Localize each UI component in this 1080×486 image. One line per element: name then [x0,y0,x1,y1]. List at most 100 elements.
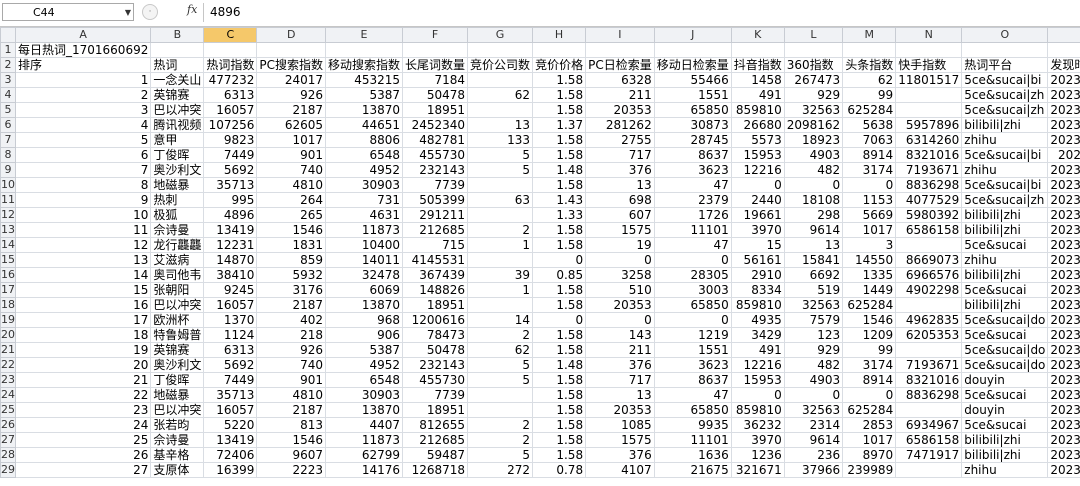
cell[interactable]: 63 [467,192,534,208]
cell[interactable]: 813 [256,417,327,433]
cell[interactable]: 15 [730,237,785,253]
cell[interactable]: 9245 [203,282,258,298]
cell[interactable]: 3258 [585,267,655,283]
cell[interactable]: 740 [256,162,327,178]
cell[interactable]: 859810 [730,102,785,118]
cell[interactable]: 6069 [325,282,404,298]
cell[interactable]: 505399 [402,192,469,208]
cell[interactable]: 23 [14,402,152,418]
fx-icon[interactable]: fx [187,3,197,16]
cell[interactable]: 2440 [730,192,785,208]
cell[interactable]: 15841 [783,252,844,268]
cell[interactable]: 18923 [783,132,844,148]
cell[interactable]: 2023/12/3 14:08 [1047,372,1080,388]
cell[interactable]: 龙行龘龘 [150,237,205,253]
cell[interactable]: 6 [14,147,152,163]
cell[interactable]: 基辛格 [150,447,205,463]
cell[interactable]: 1546 [256,432,327,448]
cell[interactable]: 0 [532,252,587,268]
cell[interactable]: 6966576 [895,267,963,283]
cell[interactable]: 11873 [325,432,404,448]
cell[interactable]: 巴以冲突 [150,102,205,118]
cell[interactable]: 热词 [150,57,205,73]
cell[interactable]: 13870 [325,102,404,118]
column-header-g[interactable]: G [467,27,534,43]
cell[interactable]: 13 [585,387,655,403]
cell[interactable]: 5387 [325,87,404,103]
cell[interactable]: 1017 [842,432,897,448]
cell[interactable]: 1 [14,72,152,88]
cell[interactable]: 0 [842,177,897,193]
cell[interactable]: 1636 [653,447,732,463]
cell[interactable]: 0 [730,387,785,403]
cell[interactable]: 2023/12/2 22:05 [1047,432,1080,448]
cell[interactable]: 62 [842,72,897,88]
cell[interactable]: 2 [467,222,534,238]
cell[interactable]: 1.58 [532,87,587,103]
row-header[interactable]: 2 [0,57,16,73]
cell[interactable]: 36232 [730,417,785,433]
cell[interactable]: 8836298 [895,387,963,403]
cell[interactable]: 发现时间 [1047,57,1080,73]
cell[interactable]: 头条指数 [842,57,897,73]
cell[interactable]: 239989 [842,462,897,478]
cell[interactable]: 17 [14,312,152,328]
cell[interactable]: 长尾词数量 [402,57,469,73]
cell[interactable]: 1.58 [532,342,587,358]
cell[interactable]: 12216 [730,162,785,178]
cell[interactable]: 44651 [325,117,404,133]
cell[interactable]: 1.58 [532,222,587,238]
cell[interactable]: 2187 [256,297,327,313]
cell[interactable]: 0 [783,387,844,403]
cell[interactable]: 4407 [325,417,404,433]
cell[interactable]: 265 [256,207,327,223]
cell[interactable] [730,42,785,58]
cell[interactable] [402,42,469,58]
cell[interactable]: 1.43 [532,192,587,208]
cell[interactable]: 2187 [256,402,327,418]
cell[interactable]: 2098162 [783,117,844,133]
cell[interactable]: 英锦赛 [150,342,205,358]
cell[interactable]: 5 [467,372,534,388]
cell[interactable]: 212685 [402,222,469,238]
cell[interactable]: 15953 [730,147,785,163]
cell[interactable]: 6586158 [895,222,963,238]
cell[interactable]: 1.33 [532,207,587,223]
cell[interactable]: 5ce&sucai [961,387,1049,403]
cell[interactable]: 731 [325,192,404,208]
cell[interactable]: 4810 [256,177,327,193]
cell[interactable]: 巴以冲突 [150,297,205,313]
cell[interactable]: 6548 [325,372,404,388]
cell[interactable]: 901 [256,147,327,163]
cell[interactable]: 5ce&sucai|bi [961,72,1049,88]
cell[interactable]: 8321016 [895,372,963,388]
cell[interactable]: 7184 [402,72,469,88]
cell[interactable]: 巴以冲突 [150,402,205,418]
cell[interactable]: 张若昀 [150,417,205,433]
cell[interactable]: 477232 [203,72,258,88]
cell[interactable]: 9935 [653,417,732,433]
cell[interactable]: 2023/12/3 23:00 [1047,387,1080,403]
cell[interactable]: 6692 [783,267,844,283]
cell[interactable]: 1124 [203,327,258,343]
cell[interactable]: 2023/12/3 18:03 [1047,267,1080,283]
cell[interactable]: 丁俊晖 [150,147,205,163]
cell[interactable]: 133 [467,132,534,148]
cell[interactable]: 佘诗曼 [150,432,205,448]
cell[interactable]: 59487 [402,447,469,463]
cell[interactable] [895,342,963,358]
cell[interactable]: 5ce&sucai|zh [961,102,1049,118]
cell[interactable] [325,42,404,58]
column-header-p[interactable]: P [1047,27,1080,43]
cell[interactable]: 7449 [203,372,258,388]
cell[interactable]: 50478 [402,87,469,103]
cell[interactable]: 2023/12/3 10:02 [1047,342,1080,358]
cell[interactable]: 1.58 [532,432,587,448]
cell[interactable]: 丁俊晖 [150,372,205,388]
cell[interactable]: 2023/12/3 23:00 [1047,312,1080,328]
cell[interactable]: 1200616 [402,312,469,328]
cell[interactable]: 455730 [402,372,469,388]
cell[interactable]: 2023/12/3 20:00 [1047,282,1080,298]
cell[interactable]: 12 [14,237,152,253]
cell[interactable]: 5573 [730,132,785,148]
